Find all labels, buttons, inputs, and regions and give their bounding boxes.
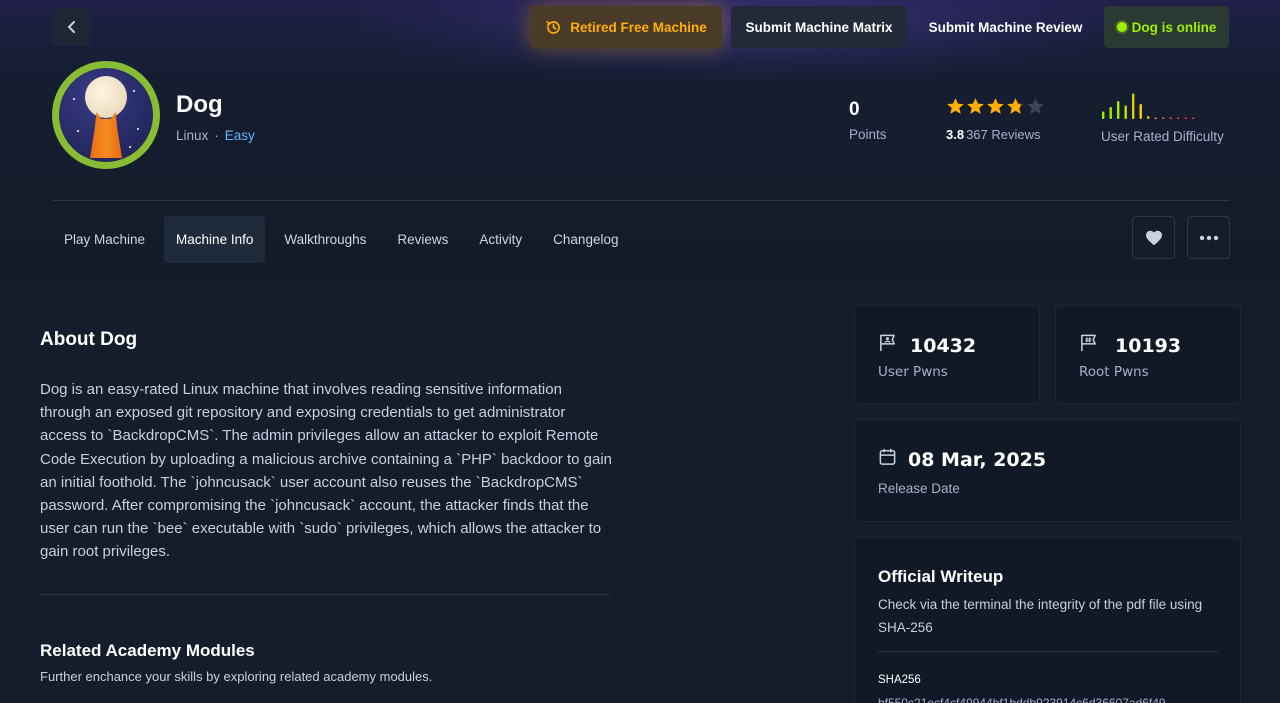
submit-machine-review-button[interactable]: Submit Machine Review	[916, 6, 1095, 48]
user-pwns-label: User Pwns	[878, 364, 948, 380]
difficulty-bar	[1177, 117, 1180, 119]
writeup-divider	[878, 651, 1218, 652]
heart-icon	[1145, 230, 1162, 245]
avatar-dog	[90, 112, 122, 158]
submit-machine-matrix-label: Submit Machine Matrix	[745, 19, 893, 35]
machine-tabs: Play Machine Machine Info Walkthroughs Revi…	[52, 216, 637, 263]
root-pwns-value: 10193	[1115, 335, 1182, 357]
avatar-star	[137, 128, 139, 130]
difficulty-bar	[1184, 117, 1187, 119]
tab-activity[interactable]: Activity	[467, 216, 534, 263]
user-flag-icon	[880, 334, 895, 352]
star-icon	[967, 98, 984, 114]
difficulty-bar	[1192, 117, 1195, 119]
difficulty-bar	[1117, 101, 1120, 119]
chevron-left-icon	[67, 21, 75, 33]
tab-reviews[interactable]: Reviews	[385, 216, 460, 263]
machine-avatar	[52, 61, 160, 169]
related-modules-subtitle: Further enchance your skills by explorin…	[40, 669, 433, 684]
avatar-star	[129, 146, 131, 148]
sha256-label: SHA256	[878, 674, 921, 686]
dog-avatar-image	[59, 68, 153, 162]
retired-free-machine-button[interactable]: Retired Free Machine	[530, 6, 722, 48]
rating-stars	[946, 97, 1045, 116]
points-value: 0	[849, 99, 860, 120]
machine-difficulty[interactable]: Easy	[225, 128, 255, 143]
tab-play-machine[interactable]: Play Machine	[52, 216, 157, 263]
about-divider	[40, 594, 610, 595]
related-modules-title: Related Academy Modules	[40, 641, 255, 660]
machine-os: Linux	[176, 128, 209, 143]
tab-changelog[interactable]: Changelog	[541, 216, 630, 263]
header-divider	[52, 200, 1230, 201]
release-date-value: 08 Mar, 2025	[908, 449, 1047, 471]
official-writeup-card: Official Writeup Check via the terminal …	[854, 537, 1241, 703]
star-icon	[1027, 98, 1044, 114]
history-icon	[546, 20, 561, 34]
meta-separator: ·	[214, 128, 219, 143]
difficulty-bar	[1162, 117, 1165, 119]
submit-machine-matrix-button[interactable]: Submit Machine Matrix	[731, 6, 907, 48]
machine-status-label: Dog is online	[1131, 19, 1217, 35]
points-label: Points	[849, 127, 887, 142]
difficulty-bar	[1102, 111, 1105, 119]
back-button[interactable]	[52, 8, 91, 46]
submit-machine-review-label: Submit Machine Review	[928, 19, 1083, 35]
tab-machine-info[interactable]: Machine Info	[164, 216, 266, 263]
sha256-value[interactable]: bf550c21ecf4cf49944bf1bddb923914c6d36607…	[878, 696, 1228, 703]
more-horizontal-icon	[1199, 235, 1218, 240]
writeup-description: Check via the terminal the integrity of …	[878, 597, 1203, 635]
difficulty-label: User Rated Difficulty	[1101, 129, 1224, 144]
machine-status-badge[interactable]: Dog is online	[1104, 6, 1229, 48]
root-pwns-card: 10193 Root Pwns	[1055, 305, 1241, 404]
rating-summary[interactable]: 3.8 367 Reviews	[946, 127, 1041, 142]
difficulty-bar	[1132, 93, 1135, 119]
avatar-moon	[85, 76, 127, 118]
difficulty-bar	[1124, 105, 1127, 119]
difficulty-bar	[1169, 117, 1172, 119]
root-flag-icon	[1081, 334, 1096, 352]
rating-value: 3.8	[946, 127, 965, 142]
retired-free-machine-label: Retired Free Machine	[570, 19, 707, 35]
star-icon	[947, 98, 964, 114]
calendar-icon	[879, 448, 896, 465]
favorite-button[interactable]	[1132, 216, 1175, 259]
release-date-label: Release Date	[878, 481, 960, 496]
avatar-star	[77, 130, 79, 132]
difficulty-bar	[1109, 107, 1112, 119]
reviews-count: 367 Reviews	[966, 127, 1041, 142]
avatar-star	[73, 98, 75, 100]
star-icon	[987, 98, 1004, 114]
machine-title: Dog	[176, 91, 223, 118]
machine-meta: Linux · Easy	[176, 128, 255, 143]
tab-walkthroughs[interactable]: Walkthroughs	[272, 216, 378, 263]
about-description: Dog is an easy-rated Linux machine that …	[40, 381, 612, 561]
difficulty-bar	[1154, 117, 1157, 119]
root-pwns-label: Root Pwns	[1079, 364, 1149, 380]
online-status-dot-icon	[1116, 22, 1127, 32]
difficulty-bar	[1139, 104, 1142, 119]
about-title: About Dog	[40, 329, 138, 350]
release-date-card: 08 Mar, 2025 Release Date	[854, 419, 1241, 522]
user-rated-difficulty-chart[interactable]	[1100, 88, 1200, 120]
user-pwns-value: 10432	[910, 335, 977, 357]
user-pwns-card: 10432 User Pwns	[854, 305, 1040, 404]
star-icon	[1007, 98, 1024, 114]
more-options-button[interactable]	[1187, 216, 1230, 259]
avatar-star	[133, 90, 135, 92]
difficulty-bar	[1147, 116, 1150, 119]
writeup-title: Official Writeup	[878, 567, 1004, 586]
